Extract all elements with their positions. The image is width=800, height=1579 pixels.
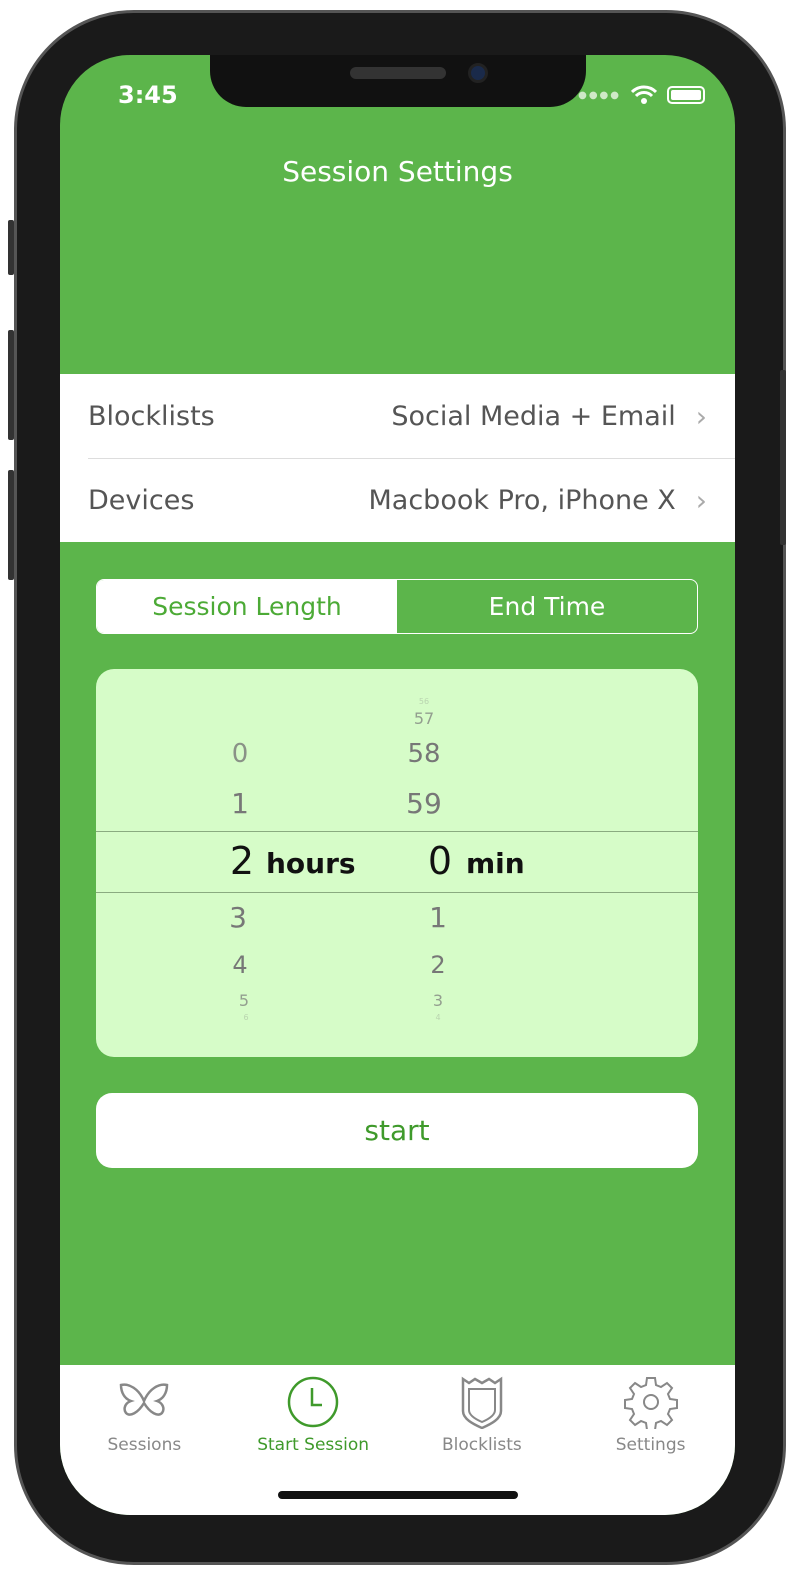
minutes-option[interactable]: 58 (407, 739, 440, 769)
duration-picker[interactable]: 0 1 2 hours 3 4 5 6 56 57 58 59 0 min 1 … (96, 669, 698, 1057)
picker-selection-band (96, 831, 698, 893)
minutes-unit: min (466, 847, 525, 880)
hours-option[interactable]: 4 (232, 951, 247, 979)
start-button[interactable]: start (96, 1093, 698, 1168)
hours-option[interactable]: 1 (231, 787, 249, 820)
screen: 3:45 ●●●● Session Settings Blocklists So… (60, 55, 735, 1515)
row-label: Devices (88, 484, 195, 516)
minutes-option[interactable]: 2 (430, 951, 445, 979)
row-value: Macbook Pro, iPhone X (368, 484, 676, 516)
volume-down-button (8, 470, 14, 580)
tab-sessions[interactable]: Sessions (60, 1365, 229, 1515)
segment-session-length[interactable]: Session Length (97, 580, 397, 633)
hours-option[interactable]: 6 (243, 1013, 248, 1022)
tab-label: Settings (615, 1435, 686, 1455)
butterfly-icon (120, 1383, 169, 1416)
minutes-option[interactable]: 3 (433, 991, 443, 1010)
mute-switch (8, 220, 14, 275)
minutes-option[interactable]: 57 (414, 709, 434, 728)
minutes-option[interactable]: 59 (406, 787, 442, 820)
side-button (780, 370, 786, 545)
settings-list: Blocklists Social Media + Email › Device… (60, 374, 735, 542)
camera (468, 63, 488, 83)
battery-icon (667, 86, 705, 104)
shield-icon (461, 1376, 503, 1429)
segment-end-time[interactable]: End Time (397, 580, 697, 633)
minutes-option[interactable]: 4 (435, 1013, 440, 1022)
row-value: Social Media + Email (391, 400, 676, 432)
page-title: Session Settings (282, 155, 513, 188)
chevron-right-icon: › (695, 483, 707, 517)
row-label: Blocklists (88, 400, 215, 432)
tab-label: Start Session (257, 1435, 370, 1455)
hours-unit: hours (266, 847, 356, 880)
blocklists-row[interactable]: Blocklists Social Media + Email › (60, 374, 735, 458)
notch (210, 55, 586, 107)
mode-segmented-control: Session Length End Time (96, 579, 698, 634)
chevron-right-icon: › (695, 399, 707, 433)
minutes-option[interactable]: 1 (429, 901, 447, 934)
volume-up-button (8, 330, 14, 440)
home-indicator[interactable] (278, 1491, 518, 1499)
status-icons: ●●●● (578, 85, 705, 105)
tab-label: Sessions (107, 1435, 182, 1455)
gear-icon (623, 1377, 678, 1429)
hours-selected[interactable]: 2 (230, 839, 254, 883)
signal-icon: ●●●● (578, 89, 621, 101)
hours-option[interactable]: 3 (229, 901, 247, 934)
status-time: 3:45 (118, 81, 178, 109)
minutes-selected[interactable]: 0 (428, 839, 452, 883)
clock-icon (287, 1376, 339, 1428)
hours-option[interactable]: 5 (239, 991, 249, 1010)
tab-settings[interactable]: Settings (566, 1365, 735, 1515)
devices-row[interactable]: Devices Macbook Pro, iPhone X › (60, 458, 735, 542)
wifi-icon (631, 85, 657, 104)
tab-label: Blocklists (441, 1435, 522, 1455)
minutes-option[interactable]: 56 (419, 697, 429, 706)
hours-option[interactable]: 0 (232, 739, 249, 769)
